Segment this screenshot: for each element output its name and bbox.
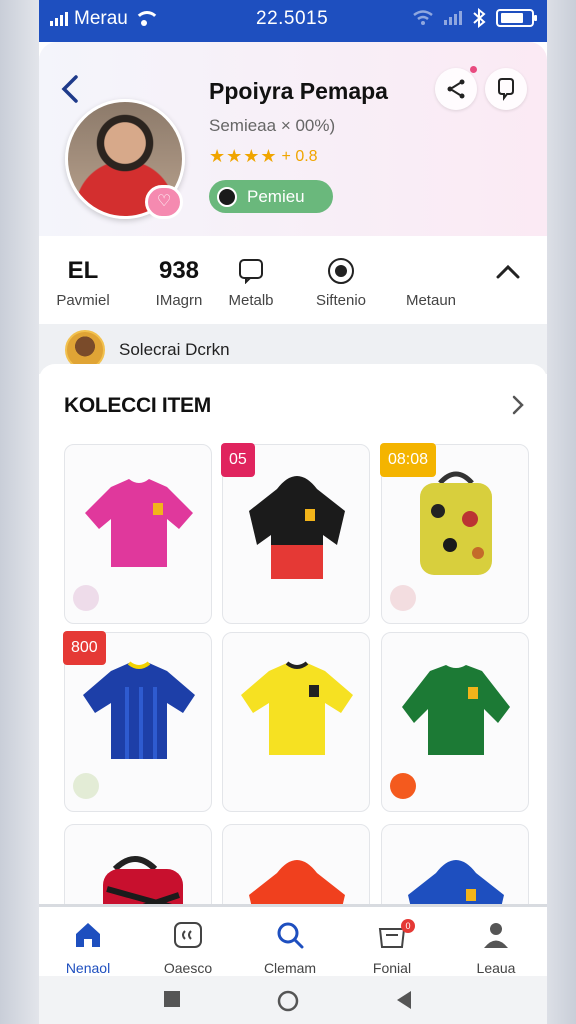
record-icon bbox=[301, 256, 381, 286]
item-tag: 800 bbox=[63, 631, 106, 665]
premium-badge[interactable]: Pemieu bbox=[209, 180, 333, 213]
nav-item-home[interactable]: Nenaol bbox=[43, 921, 133, 976]
bluetooth-icon bbox=[473, 8, 486, 28]
item-tag: 08:08 bbox=[380, 443, 437, 477]
square-chat-icon bbox=[211, 256, 291, 286]
person-icon bbox=[484, 923, 508, 948]
color-swatch bbox=[73, 773, 99, 799]
avatar-badge-icon[interactable]: ♡ bbox=[145, 185, 183, 219]
collection-title: KOLECCI ITEM bbox=[64, 394, 211, 417]
chevron-right-icon bbox=[512, 395, 524, 415]
nav-label: Clemam bbox=[263, 960, 317, 976]
nav-label: Leaua bbox=[476, 960, 516, 976]
chevron-left-icon bbox=[61, 75, 78, 103]
notification-dot bbox=[470, 66, 477, 73]
phone-screen: Merau 22.5015 ♡ Ppoiyra Pemapa Semieaa ×… bbox=[39, 0, 547, 1024]
home-system-button[interactable] bbox=[277, 990, 299, 1017]
club-emblem-icon bbox=[217, 186, 237, 207]
share-icon bbox=[447, 79, 465, 99]
circle-icon bbox=[277, 990, 299, 1012]
nav-label: Oaesco bbox=[163, 960, 213, 976]
system-nav-bar bbox=[39, 976, 547, 1024]
triangle-back-icon bbox=[397, 991, 411, 1009]
stat-item-5[interactable]: Metaun bbox=[391, 256, 471, 309]
magenta-jersey-image bbox=[85, 479, 193, 567]
selection-text: Solecrai Dcrkn bbox=[119, 340, 230, 359]
item-tile[interactable] bbox=[222, 632, 370, 812]
search-icon bbox=[277, 922, 304, 949]
recent-apps-button[interactable] bbox=[163, 990, 181, 1013]
stat-label: IMagrn bbox=[155, 292, 203, 309]
chat-icon bbox=[498, 78, 514, 101]
profile-name: Ppoiyra Pemapa bbox=[209, 78, 388, 104]
green-sweatshirt-image bbox=[402, 665, 510, 755]
yellow-patch-backpack-image bbox=[420, 471, 492, 575]
carrier-name: Merau bbox=[74, 8, 128, 29]
wifi-dim-icon bbox=[413, 10, 433, 25]
blue-striped-jersey-image bbox=[83, 661, 195, 759]
chat-button[interactable] bbox=[485, 68, 527, 110]
nav-item-shop[interactable]: 0 Fonial bbox=[347, 919, 437, 976]
color-swatch bbox=[390, 773, 416, 799]
status-bar: Merau 22.5015 bbox=[39, 0, 547, 42]
item-tile[interactable]: 05 bbox=[221, 443, 370, 624]
stat-blank bbox=[391, 256, 471, 286]
back-system-button[interactable] bbox=[395, 990, 413, 1015]
nav-label: Fonial bbox=[372, 960, 412, 976]
stat-label: Siftenio bbox=[315, 292, 367, 309]
stat-label: Metaun bbox=[405, 292, 457, 309]
collapse-button[interactable] bbox=[495, 262, 521, 285]
rating-stars: ★★★★ bbox=[209, 146, 278, 166]
item-tile[interactable] bbox=[381, 632, 529, 812]
collection-more-button[interactable] bbox=[511, 394, 525, 421]
stat-item-2[interactable]: 938 IMagrn bbox=[139, 256, 219, 309]
yellow-jersey-image bbox=[241, 661, 353, 755]
square-icon bbox=[164, 991, 180, 1007]
nav-badge: 0 bbox=[401, 919, 415, 933]
quote-icon bbox=[174, 922, 202, 948]
bottom-nav: Nenaol Oaesco Clemam 0 Fonial Leaua bbox=[39, 904, 547, 976]
stat-value: 938 bbox=[158, 257, 200, 284]
back-button[interactable] bbox=[59, 74, 85, 104]
stat-item-4[interactable]: Siftenio bbox=[301, 256, 381, 309]
profile-header: ♡ Ppoiyra Pemapa Semieaa × 00%) ★★★★ + 0… bbox=[39, 42, 547, 236]
stats-row: EL Pavmiel 938 IMagrn Metalb Siftenio Me… bbox=[39, 236, 547, 324]
wifi-icon bbox=[133, 11, 160, 27]
collection-card: KOLECCI ITEM 05 08:08 800 bbox=[39, 364, 547, 1004]
stat-item-1[interactable]: EL Pavmiel bbox=[43, 256, 123, 309]
stat-value: EL bbox=[67, 257, 99, 284]
home-icon bbox=[76, 923, 100, 947]
item-tile[interactable]: 08:08 bbox=[380, 443, 529, 624]
status-left: Merau bbox=[50, 8, 160, 30]
chevron-up-icon bbox=[496, 264, 520, 279]
battery-icon bbox=[496, 9, 537, 27]
color-swatch bbox=[73, 585, 99, 611]
profile-subtitle: Semieaa × 00%) bbox=[209, 116, 336, 135]
stat-item-3[interactable]: Metalb bbox=[211, 256, 291, 309]
item-tile[interactable]: 800 bbox=[63, 631, 212, 812]
nav-item-quote[interactable]: Oaesco bbox=[143, 921, 233, 976]
premium-label: Pemieu bbox=[247, 186, 305, 206]
color-swatch bbox=[390, 585, 416, 611]
nav-label: Nenaol bbox=[65, 960, 111, 976]
profile-rating: ★★★★ + 0.8 bbox=[209, 146, 318, 167]
stat-label: Pavmiel bbox=[56, 292, 110, 309]
share-button[interactable] bbox=[435, 68, 477, 110]
stat-label: Metalb bbox=[228, 292, 274, 309]
rating-text: + 0.8 bbox=[281, 147, 318, 165]
status-time: 22.5015 bbox=[256, 8, 329, 29]
status-right bbox=[412, 8, 537, 28]
signal-icon bbox=[50, 12, 68, 26]
signal-dim-icon bbox=[444, 11, 462, 25]
item-tile[interactable] bbox=[64, 444, 212, 624]
black-red-hoodie-image bbox=[249, 476, 345, 579]
nav-item-profile[interactable]: Leaua bbox=[451, 921, 541, 976]
item-tag: 05 bbox=[221, 443, 255, 477]
nav-item-search[interactable]: Clemam bbox=[245, 921, 335, 976]
